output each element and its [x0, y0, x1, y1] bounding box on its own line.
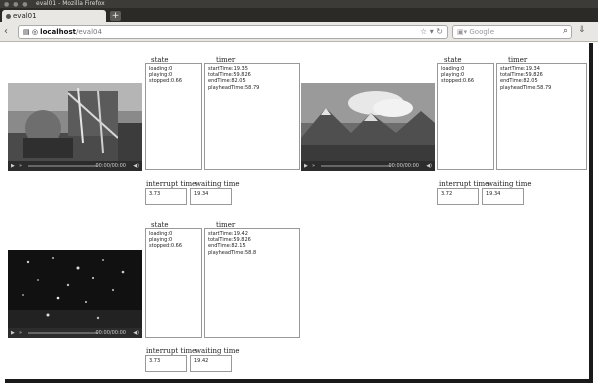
- fast-forward-icon[interactable]: »: [19, 330, 22, 336]
- video-frame-mountains: [301, 83, 435, 161]
- volume-icon[interactable]: ◀): [133, 163, 139, 169]
- waiting-label-3: waiting time: [195, 347, 240, 355]
- timer-line: totalTime:59.826: [500, 72, 543, 79]
- waiting-value: 19.34: [486, 191, 501, 197]
- interrupt-label-2: interrupt time: [439, 180, 490, 188]
- seek-bar[interactable]: [321, 165, 391, 167]
- state-box-1: loading:0 playing:0 stopped:0.66: [145, 63, 202, 170]
- video-time: 00:00/00:00: [95, 330, 126, 336]
- state-box-2: loading:0 playing:0 stopped:0.66: [437, 63, 494, 170]
- waiting-value: 19.42: [194, 358, 209, 364]
- timer-box-1: startTime:19.35 totalTime:59.826 endTime…: [204, 63, 300, 170]
- volume-icon[interactable]: ◀): [426, 163, 432, 169]
- interrupt-label-3: interrupt time: [146, 347, 197, 355]
- timer-line: startTime:19.34: [500, 66, 540, 72]
- interrupt-label-1: interrupt time: [146, 180, 197, 188]
- search-engine-icon[interactable]: ▣▾: [457, 28, 469, 36]
- page-icon: ▤ ◎: [23, 28, 41, 36]
- timer-box-2: startTime:19.34 totalTime:59.826 endTime…: [496, 63, 587, 170]
- fast-forward-icon[interactable]: »: [19, 163, 22, 169]
- state-line: playing:0: [149, 72, 173, 79]
- video-frame-waterwheel: [8, 83, 142, 161]
- window-controls[interactable]: ● ● ●: [4, 1, 29, 8]
- new-tab-button[interactable]: +: [110, 11, 121, 21]
- waiting-label-2: waiting time: [487, 180, 532, 188]
- page-content: ▶ » 00:00/00:00 ◀) state loading:0 playi…: [5, 43, 593, 383]
- play-icon[interactable]: ▶: [11, 330, 15, 336]
- search-bar[interactable]: ▣▾ Google ⌕: [452, 25, 572, 39]
- tab-favicon-icon: [6, 13, 11, 19]
- video-controls: ▶ » 00:00/00:00 ◀): [8, 161, 142, 171]
- video-controls: ▶ » 00:00/00:00 ◀): [301, 161, 435, 171]
- download-icon[interactable]: ⇓: [578, 25, 586, 35]
- interrupt-box-3: 3.73: [145, 355, 187, 372]
- waiting-box-1: 19.34: [190, 188, 232, 205]
- state-line: loading:0: [441, 66, 465, 72]
- timer-line: totalTime:59.826: [208, 72, 251, 79]
- nav-bar: ‹ ▤ ◎ localhost/eval04 ☆ ▾ ↻ ▣▾ Google ⌕…: [0, 22, 598, 42]
- state-line: stopped:0.66: [441, 78, 475, 85]
- timer-line: startTime:19.42: [208, 231, 248, 237]
- state-line: loading:0: [149, 231, 173, 237]
- timer-line: endTime:82.05: [500, 78, 538, 85]
- waiting-box-2: 19.34: [482, 188, 524, 205]
- timer-line: playheadTime:58.79: [500, 84, 552, 91]
- interrupt-value: 3.73: [149, 358, 161, 364]
- waiting-value: 19.34: [194, 191, 209, 197]
- tab-label: eval01: [13, 12, 37, 20]
- bookmark-star-icon[interactable]: ☆ ▾ ↻: [420, 27, 443, 36]
- waiting-box-3: 19.42: [190, 355, 232, 372]
- fast-forward-icon[interactable]: »: [312, 163, 315, 169]
- url-host: localhost: [40, 28, 76, 36]
- timer-line: endTime:82.15: [208, 243, 246, 250]
- state-line: playing:0: [441, 72, 465, 79]
- tab-bar: eval01 +: [0, 8, 598, 22]
- play-icon[interactable]: ▶: [11, 163, 15, 169]
- timer-line: endTime:82.05: [208, 78, 246, 85]
- interrupt-box-1: 3.73: [145, 188, 187, 205]
- video-player-1[interactable]: ▶ » 00:00/00:00 ◀): [8, 83, 142, 171]
- timer-line: playheadTime:58.8: [208, 249, 257, 256]
- video-time: 00:00/00:00: [388, 163, 419, 169]
- seek-bar[interactable]: [28, 165, 98, 167]
- timer-line: startTime:19.35: [208, 66, 248, 72]
- video-frame-night-lights: [8, 250, 142, 328]
- timer-box-3: startTime:19.42 totalTime:59.826 endTime…: [204, 228, 300, 338]
- state-line: playing:0: [149, 237, 173, 244]
- state-line: loading:0: [149, 66, 173, 72]
- window-title: eval01 - Mozilla Firefox: [36, 0, 105, 7]
- state-line: stopped:0.66: [149, 78, 183, 85]
- video-player-2[interactable]: ▶ » 00:00/00:00 ◀): [301, 83, 435, 171]
- video-player-3[interactable]: ▶ » 00:00/00:00 ◀): [8, 250, 142, 338]
- state-box-3: loading:0 playing:0 stopped:0.66: [145, 228, 202, 338]
- interrupt-box-2: 3.72: [437, 188, 479, 205]
- timer-line: totalTime:59.826: [208, 237, 251, 244]
- timer-line: playheadTime:58.79: [208, 84, 260, 91]
- volume-icon[interactable]: ◀): [133, 330, 139, 336]
- back-icon[interactable]: ‹: [4, 26, 8, 37]
- seek-bar[interactable]: [28, 332, 98, 334]
- interrupt-value: 3.73: [149, 191, 161, 197]
- waiting-label-1: waiting time: [195, 180, 240, 188]
- play-icon[interactable]: ▶: [304, 163, 308, 169]
- url-bar[interactable]: ▤ ◎ localhost/eval04 ☆ ▾ ↻: [18, 25, 448, 39]
- window-titlebar: ● ● ● eval01 - Mozilla Firefox: [0, 0, 598, 8]
- interrupt-value: 3.72: [441, 191, 453, 197]
- url-path: /eval04: [75, 28, 102, 36]
- video-controls: ▶ » 00:00/00:00 ◀): [8, 328, 142, 338]
- tab-eval01[interactable]: eval01: [2, 10, 106, 22]
- video-time: 00:00/00:00: [95, 163, 126, 169]
- search-placeholder: Google: [469, 28, 495, 36]
- search-icon[interactable]: ⌕: [563, 26, 568, 36]
- state-line: stopped:0.66: [149, 243, 183, 250]
